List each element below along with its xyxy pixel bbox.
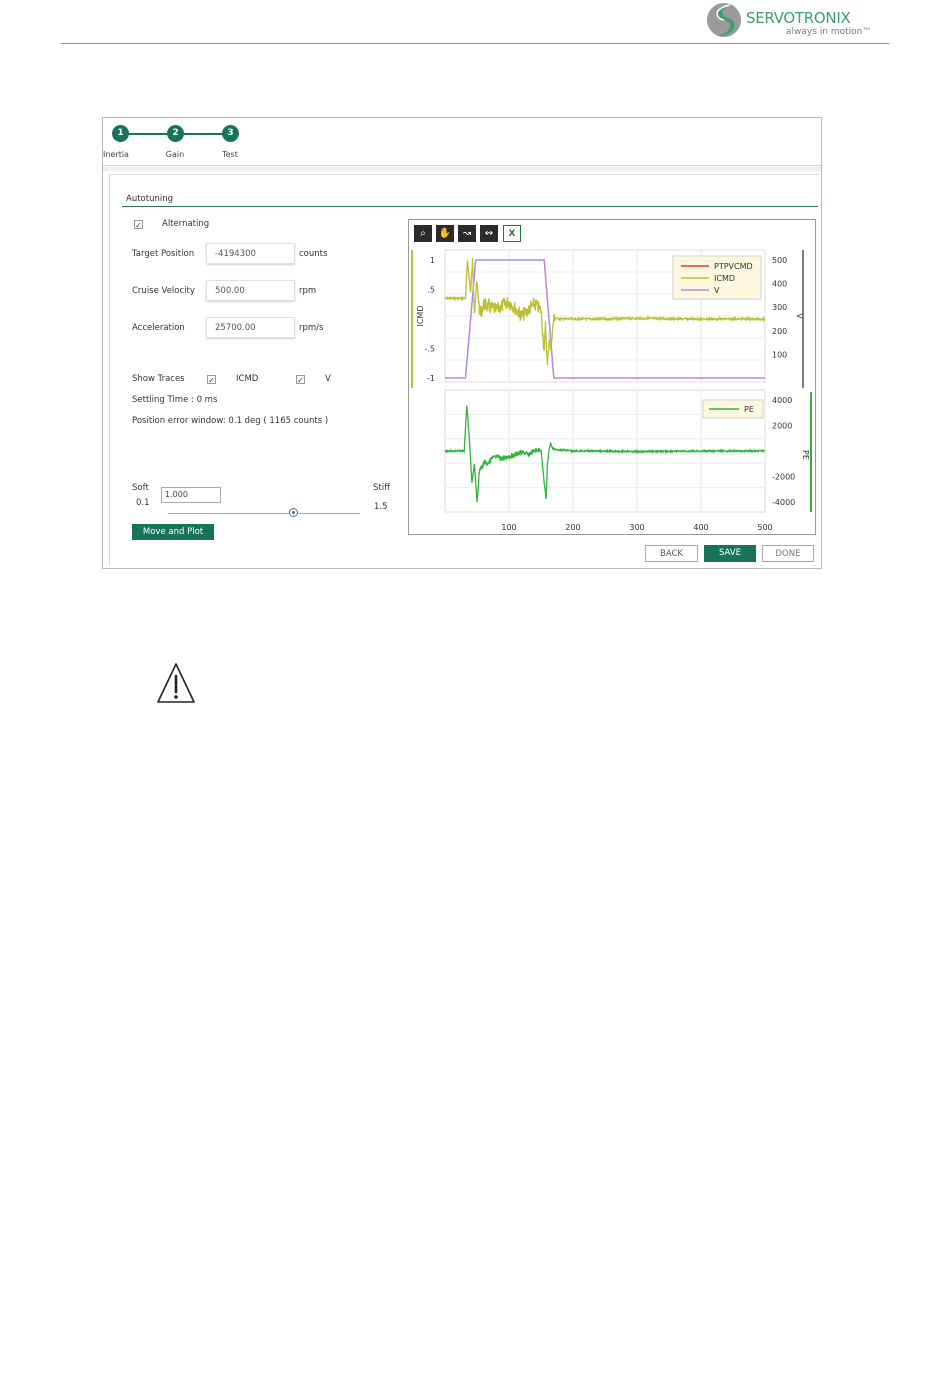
target-position-unit: counts — [299, 249, 328, 259]
step-gain-label: Gain — [165, 150, 185, 159]
stiffness-min-label: 0.1 — [136, 498, 150, 508]
x-tick-label: 300 — [629, 523, 644, 532]
alternating-checkbox[interactable]: ✓ — [134, 220, 143, 230]
stiffness-max-label: 1.5 — [374, 502, 388, 512]
v-trace-label: V — [325, 374, 331, 384]
header-divider — [61, 43, 889, 44]
panel-title: Autotuning — [126, 194, 173, 204]
step-test-label: Test — [222, 150, 238, 159]
pe-tick-label: 2000 — [772, 422, 792, 431]
soft-label: Soft — [132, 483, 149, 493]
stiff-label: Stiff — [373, 483, 390, 493]
servotronix-logo-icon — [707, 3, 741, 37]
pe-tick-label: 4000 — [772, 396, 792, 405]
icmd-axis-title: ICMD — [416, 305, 425, 326]
v-tick-label: 400 — [772, 280, 787, 289]
back-button[interactable]: BACK — [645, 545, 698, 562]
pe-tick-label: -2000 — [772, 473, 795, 482]
autotuning-panel: Autotuning ✓ Alternating Target Position… — [109, 174, 819, 566]
x-tick-label: 200 — [565, 523, 580, 532]
icmd-trace-checkbox[interactable]: ✓ — [207, 375, 216, 385]
icmd-tick-label: 1 — [430, 256, 435, 265]
legend-label-ptpvcmd: PTPVCMD — [714, 262, 753, 271]
v-tick-label: 300 — [772, 303, 787, 312]
icmd-tick-label: -.5 — [424, 345, 435, 354]
target-position-label: Target Position — [132, 249, 195, 259]
x-tick-label: 100 — [501, 523, 516, 532]
servotronix-logo: SERVOTRONIX always in motion™ — [706, 2, 888, 40]
stiffness-slider-track[interactable] — [168, 513, 360, 514]
legend-label-pe: PE — [744, 405, 754, 414]
acceleration-label: Acceleration — [132, 323, 185, 333]
stiffness-slider-handle[interactable] — [288, 508, 298, 517]
x-tick-label: 500 — [757, 523, 772, 532]
icmd-tick-label: .5 — [427, 286, 435, 295]
step-test-dot[interactable]: 3 — [222, 125, 239, 142]
alternating-label: Alternating — [162, 219, 210, 229]
trace-chart-svg: 1 .5 -.5 -1 500 400 300 200 100 4000 2000 -2000 -400… — [411, 249, 812, 532]
legend-label-icmd: ICMD — [714, 274, 735, 283]
pe-axis-title: PE — [801, 450, 810, 460]
brand-tagline: always in motion™ — [786, 27, 872, 37]
acceleration-unit: rpm/s — [299, 323, 324, 333]
cruise-velocity-unit: rpm — [299, 286, 317, 296]
step-inertia-dot[interactable]: 1 — [112, 125, 129, 142]
autotuning-window: 1 2 3 Inertia Gain Test Autotuning ✓ Alt… — [102, 117, 822, 569]
panel-title-rule — [122, 206, 818, 207]
stepper-shadow — [103, 167, 821, 171]
save-button[interactable]: SAVE — [704, 545, 756, 562]
move-and-plot-button[interactable]: Move and Plot — [132, 524, 214, 540]
v-tick-label: 500 — [772, 256, 787, 265]
brand-name: SERVOTRONIX — [746, 9, 851, 27]
position-error-window-text: Position error window: 0.1 deg ( 1165 co… — [132, 416, 329, 426]
done-button[interactable]: DONE — [762, 545, 814, 562]
warning-icon — [157, 663, 195, 703]
cruise-velocity-input[interactable]: 500.00 — [206, 280, 295, 301]
trace-chart-panel: ⌕ ✋ ↝ ↭ X 1.5 -.5 -1 500 400 300 200 100 4000 200… — [408, 219, 816, 535]
icmd-trace-label: ICMD — [236, 374, 259, 384]
stepper-divider — [103, 165, 821, 166]
settling-time-text: Settling Time : 0 ms — [132, 395, 218, 405]
pe-tick-label: -4000 — [772, 498, 795, 507]
x-tick-label: 400 — [693, 523, 708, 532]
step-inertia-label: Inertia — [103, 150, 129, 159]
step-gain-dot[interactable]: 2 — [167, 125, 184, 142]
v-tick-label: 100 — [772, 350, 787, 359]
target-position-input[interactable]: -4194300 — [206, 243, 295, 264]
acceleration-input[interactable]: 25700.00 — [206, 317, 295, 338]
show-traces-label: Show Traces — [132, 374, 185, 384]
icmd-tick-label: -1 — [427, 374, 435, 383]
cruise-velocity-label: Cruise Velocity — [132, 286, 195, 296]
v-tick-label: 200 — [772, 327, 787, 336]
legend-label-v: V — [714, 286, 720, 295]
stiffness-value-input[interactable]: 1.000 — [161, 487, 221, 503]
v-trace-checkbox[interactable]: ✓ — [296, 375, 305, 385]
